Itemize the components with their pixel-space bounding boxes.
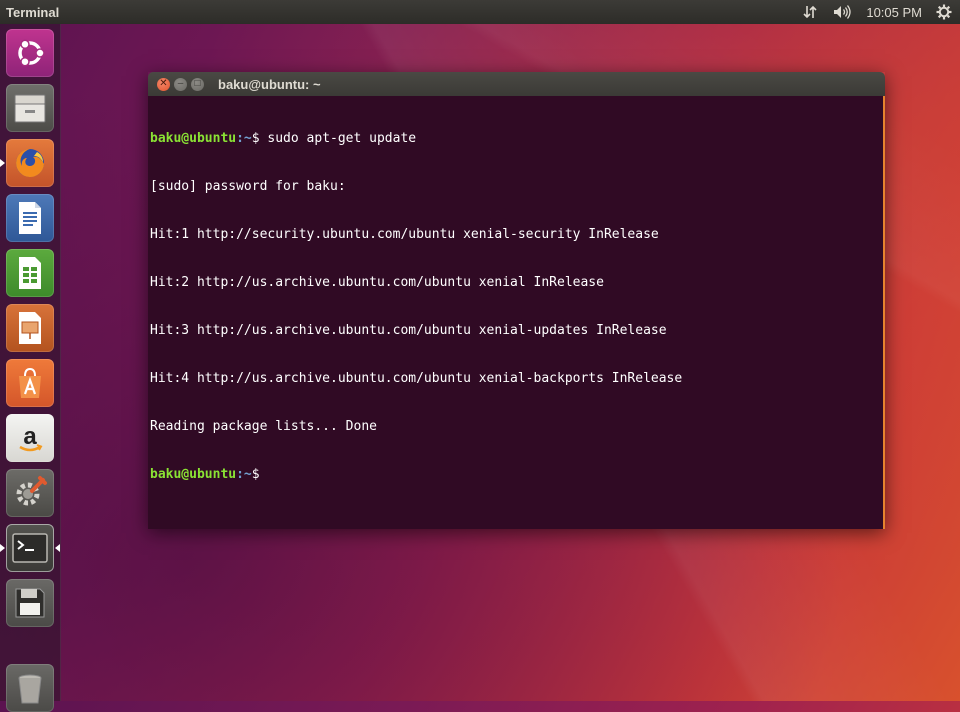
terminal-line: Hit:1 http://security.ubuntu.com/ubuntu …	[150, 227, 659, 242]
launcher-calc[interactable]	[6, 249, 54, 297]
terminal-output[interactable]: baku@ubuntu:~$ sudo apt-get update [sudo…	[148, 96, 885, 529]
terminal-line: Hit:3 http://us.archive.ubuntu.com/ubunt…	[150, 323, 667, 338]
active-app-title: Terminal	[6, 4, 60, 20]
settings-gear-icon[interactable]	[936, 4, 952, 20]
prompt-path: :~	[236, 131, 252, 146]
launcher-save[interactable]	[6, 579, 54, 627]
svg-text:a: a	[23, 423, 37, 450]
top-panel: Terminal 10:05 PM	[0, 0, 960, 24]
launcher-impress[interactable]	[6, 304, 54, 352]
volume-icon[interactable]	[832, 4, 852, 20]
ubuntu-logo-icon	[18, 39, 45, 67]
launcher-files[interactable]	[6, 84, 54, 132]
indicator-area: 10:05 PM	[802, 4, 952, 20]
launcher-terminal[interactable]	[6, 524, 54, 572]
clock[interactable]: 10:05 PM	[866, 5, 922, 20]
running-indicator	[0, 159, 5, 167]
amazon-icon: a	[19, 423, 43, 452]
network-arrows-icon[interactable]	[802, 4, 818, 20]
prompt-symbol: $	[251, 467, 260, 482]
prompt-user: baku@ubuntu	[150, 467, 237, 482]
trash-icon	[18, 674, 42, 704]
software-center-bag-icon	[19, 367, 41, 398]
window-minimize-button[interactable]: –	[174, 77, 187, 91]
terminal-titlebar[interactable]: ✕ – □ baku@ubuntu: ~	[148, 72, 885, 96]
terminal-window[interactable]: ✕ – □ baku@ubuntu: ~ baku@ubuntu:~$ sudo…	[148, 72, 885, 529]
running-indicator	[0, 544, 5, 552]
launcher-firefox[interactable]	[6, 139, 54, 187]
prompt-user: baku@ubuntu	[150, 131, 237, 146]
launcher-writer[interactable]	[6, 194, 54, 242]
system-settings-icon	[16, 476, 47, 506]
terminal-line: baku@ubuntu:~$ sudo apt-get update	[150, 131, 883, 147]
terminal-line: Hit:4 http://us.archive.ubuntu.com/ubunt…	[150, 371, 683, 386]
file-cabinet-icon	[14, 94, 46, 123]
prompt-symbol: $	[251, 131, 260, 146]
launcher: a	[0, 24, 61, 712]
launcher-ubuntu-dash[interactable]	[6, 29, 54, 77]
firefox-icon	[16, 149, 44, 177]
floppy-disk-icon	[15, 588, 45, 618]
launcher-system-settings[interactable]	[6, 469, 54, 517]
terminal-line: baku@ubuntu:~$	[150, 467, 883, 483]
calc-spreadsheet-icon	[19, 257, 41, 289]
window-maximize-button[interactable]: □	[191, 77, 204, 91]
launcher-software-center[interactable]	[6, 359, 54, 407]
terminal-line: [sudo] password for baku:	[150, 179, 346, 194]
impress-presentation-icon	[19, 312, 41, 344]
window-close-button[interactable]: ✕	[157, 77, 170, 91]
writer-document-icon	[19, 202, 41, 234]
terminal-icon	[12, 533, 48, 563]
typed-command: sudo apt-get update	[259, 131, 417, 146]
terminal-line: Reading package lists... Done	[150, 419, 377, 434]
terminal-line: Hit:2 http://us.archive.ubuntu.com/ubunt…	[150, 275, 604, 290]
prompt-path: :~	[236, 467, 252, 482]
window-title: baku@ubuntu: ~	[218, 76, 321, 92]
launcher-amazon[interactable]: a	[6, 414, 54, 462]
launcher-trash[interactable]	[6, 664, 54, 712]
focused-indicator	[55, 544, 60, 552]
